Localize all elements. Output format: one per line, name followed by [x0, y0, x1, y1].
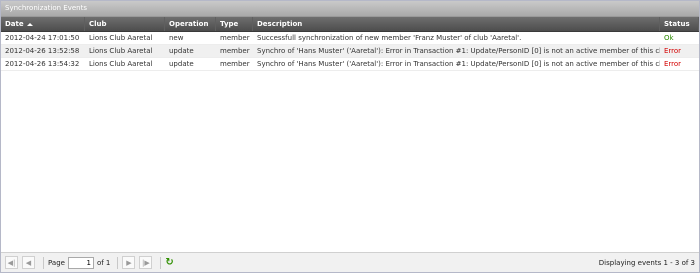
cell-date: 2012-04-26 13:52:58 — [5, 47, 80, 55]
next-page-icon[interactable]: ▶ — [122, 256, 136, 269]
cell-type: member — [220, 34, 250, 42]
cell-club: Lions Club Aaretal — [89, 34, 153, 42]
table-row[interactable]: 2012-04-26 13:52:58 Lions Club Aaretal u… — [1, 45, 699, 58]
cell-status: Error — [664, 60, 682, 68]
cell-date: 2012-04-24 17:01:50 — [5, 34, 80, 42]
page-label: Page — [48, 258, 65, 267]
column-header-operation[interactable]: Operation — [165, 17, 216, 31]
cell-operation: new — [169, 34, 184, 42]
cell-description: Synchro of 'Hans Muster' ('Aaretal'): Er… — [257, 60, 660, 68]
column-header-date-label: Date — [5, 20, 24, 28]
column-header-description[interactable]: Description — [253, 17, 660, 31]
column-header-type[interactable]: Type — [216, 17, 253, 31]
column-header-club[interactable]: Club — [85, 17, 165, 31]
cell-club: Lions Club Aaretal — [89, 60, 153, 68]
grid-header: Date Club Operation Type Description Sta… — [1, 17, 699, 32]
sync-events-panel: Synchronization Events Date Club Operati… — [0, 0, 700, 273]
cell-status: Error — [664, 47, 682, 55]
panel-title: Synchronization Events — [1, 1, 699, 17]
prev-page-icon[interactable]: ◀ — [22, 256, 35, 269]
cell-date: 2012-04-26 13:54:32 — [5, 60, 80, 68]
paging-toolbar: ◀| ◀ Page of 1 ▶ |▶ ↻ Displaying events … — [1, 252, 699, 272]
paging-display-text: Displaying events 1 - 3 of 3 — [598, 258, 695, 267]
toolbar-separator — [43, 256, 44, 269]
cell-type: member — [220, 47, 250, 55]
column-header-date[interactable]: Date — [1, 17, 85, 31]
last-page-icon[interactable]: |▶ — [139, 256, 153, 269]
cell-club: Lions Club Aaretal — [89, 47, 153, 55]
page-number-input[interactable] — [67, 256, 94, 269]
sort-ascending-icon — [26, 22, 33, 26]
toolbar-separator — [117, 256, 119, 269]
cell-operation: update — [169, 47, 194, 55]
first-page-icon[interactable]: ◀| — [5, 256, 18, 269]
refresh-icon[interactable]: ↻ — [165, 257, 173, 268]
cell-description: Successfull synchronization of new membe… — [257, 34, 522, 42]
cell-description: Synchro of 'Hans Muster' ('Aaretal'): Er… — [257, 47, 660, 55]
page-count-label: of 1 — [96, 258, 111, 267]
toolbar-separator — [160, 256, 162, 269]
cell-operation: update — [169, 60, 194, 68]
column-header-status[interactable]: Status — [660, 17, 699, 31]
cell-type: member — [220, 60, 250, 68]
table-row[interactable]: 2012-04-26 13:54:32 Lions Club Aaretal u… — [1, 58, 699, 71]
grid-body: 2012-04-24 17:01:50 Lions Club Aaretal n… — [1, 32, 699, 71]
table-row[interactable]: 2012-04-24 17:01:50 Lions Club Aaretal n… — [1, 32, 699, 45]
cell-status: Ok — [664, 34, 674, 42]
